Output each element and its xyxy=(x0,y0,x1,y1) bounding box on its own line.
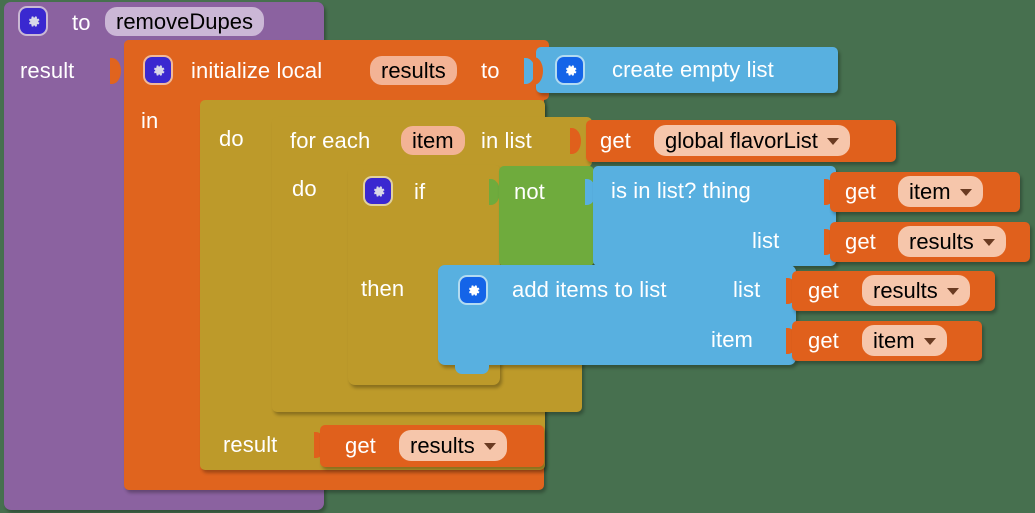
get-global-flavorlist-dropdown[interactable]: global flavorList xyxy=(654,125,850,156)
get-label: get xyxy=(845,229,876,254)
not-label: not xyxy=(514,179,545,204)
get-global-flavorlist-value: global flavorList xyxy=(665,127,818,153)
get-results-dropdown-2[interactable]: results xyxy=(862,275,970,306)
get-label: get xyxy=(808,278,839,303)
create-empty-list-label: create empty list xyxy=(612,57,774,82)
get-item-dropdown-1[interactable]: item xyxy=(898,176,983,207)
local-result-label: result xyxy=(223,432,278,457)
if-label: if xyxy=(414,179,426,204)
get-results-dropdown-3[interactable]: results xyxy=(399,430,507,461)
get-label: get xyxy=(600,128,631,153)
is-in-list-list-label: list xyxy=(752,228,780,253)
get-results-dropdown-1[interactable]: results xyxy=(898,226,1006,257)
local-var-name-field[interactable]: results xyxy=(370,56,457,85)
chevron-down-icon[interactable] xyxy=(923,338,936,345)
chevron-down-icon[interactable] xyxy=(959,189,972,196)
chevron-down-icon[interactable] xyxy=(483,443,496,450)
chevron-down-icon[interactable] xyxy=(982,239,995,246)
add-items-to-list-label: add items to list xyxy=(512,277,667,302)
gear-icon[interactable] xyxy=(460,277,486,303)
local-to-label: to xyxy=(481,58,500,83)
gear-icon[interactable] xyxy=(20,8,46,34)
get-label: get xyxy=(345,433,376,458)
gear-icon[interactable] xyxy=(145,57,171,83)
initialize-local-label: initialize local xyxy=(191,58,323,83)
procedure-name-field[interactable]: removeDupes xyxy=(105,7,264,36)
gear-icon[interactable] xyxy=(557,57,583,83)
for-each-in-list-label: in list xyxy=(481,128,532,153)
is-in-list-thing-label: is in list? thing xyxy=(611,178,751,203)
for-each-do-label: do xyxy=(292,176,317,201)
procedure-result-label: result xyxy=(20,58,75,83)
get-results-value-3: results xyxy=(410,432,475,458)
gear-icon[interactable] xyxy=(365,178,391,204)
get-results-value-2: results xyxy=(873,277,938,303)
add-items-top-notch xyxy=(455,265,489,274)
procedure-to-label: to xyxy=(72,10,91,35)
if-top-notch xyxy=(363,165,397,174)
local-body-top-notch xyxy=(213,100,247,109)
add-items-list-label: list xyxy=(733,277,761,302)
get-label: get xyxy=(808,328,839,353)
get-label: get xyxy=(845,179,876,204)
local-in-label: in xyxy=(141,108,159,133)
for-each-top-notch xyxy=(290,117,324,126)
then-label: then xyxy=(361,276,405,301)
get-item-value-2: item xyxy=(873,327,915,353)
add-items-item-label: item xyxy=(711,327,753,352)
for-each-label: for each xyxy=(290,128,371,153)
chevron-down-icon[interactable] xyxy=(946,288,959,295)
chevron-down-icon[interactable] xyxy=(826,138,839,145)
blocks-workspace[interactable]: to removeDupes result initialize local r… xyxy=(0,0,1035,513)
for-each-loopvar-field[interactable]: item xyxy=(401,126,465,155)
get-results-value-1: results xyxy=(909,228,974,254)
get-item-value-1: item xyxy=(909,178,951,204)
do-outer-label: do xyxy=(219,126,244,151)
get-item-dropdown-2[interactable]: item xyxy=(862,325,947,356)
add-items-bottom-notch xyxy=(455,365,489,374)
